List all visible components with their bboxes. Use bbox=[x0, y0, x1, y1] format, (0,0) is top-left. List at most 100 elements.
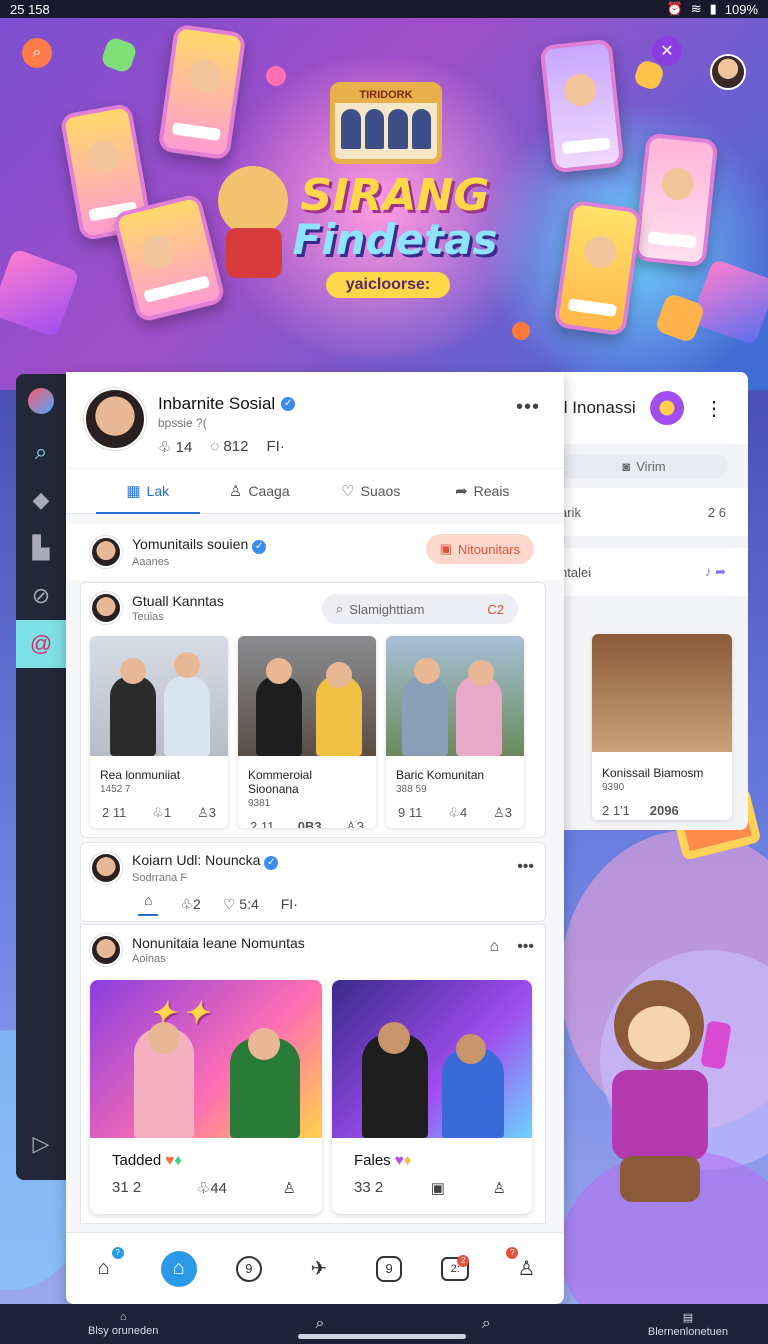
badge-icon bbox=[649, 391, 684, 425]
system-files-button[interactable]: ▤ Blernenlonetuen bbox=[648, 1311, 728, 1338]
thumb-icon[interactable]: ♙3 bbox=[493, 805, 512, 821]
heart-emoji-icon: ♥ bbox=[165, 1152, 175, 1169]
gem-icon: ♦ bbox=[174, 1152, 182, 1169]
heart-icon: ♡ bbox=[341, 483, 355, 500]
nav-plane-icon[interactable]: ✈ bbox=[301, 1251, 337, 1287]
community-card[interactable]: Rea lonmuniiat 1452 7 2 11 ♧1 ♙3 bbox=[90, 636, 228, 828]
secondary-card[interactable]: Konissail Biamosm 9390 2 1'1 2096 bbox=[592, 634, 732, 820]
gem-icon: ♦ bbox=[403, 1152, 412, 1169]
hero-title-line1: SIRANG bbox=[300, 170, 490, 221]
post-title: Gtuall Kanntas bbox=[132, 593, 224, 609]
thumb-icon[interactable]: ♙3 bbox=[197, 805, 216, 821]
community-pill-button[interactable]: ▣ Nitounitars bbox=[425, 534, 534, 564]
cube-decor bbox=[99, 35, 139, 75]
thumb-icon[interactable]: ♙ bbox=[493, 1179, 506, 1197]
post-avatar[interactable] bbox=[90, 592, 122, 624]
nav-circle-icon[interactable]: 9 bbox=[235, 1255, 262, 1282]
status-time: 25 158 bbox=[10, 1, 50, 17]
verified-icon: ✓ bbox=[264, 856, 279, 870]
nav-feed-icon[interactable]: ⌂ bbox=[160, 1250, 197, 1287]
studio-photo bbox=[332, 980, 532, 1138]
tab-caaga[interactable]: ♙ Caaga bbox=[204, 468, 316, 514]
post-avatar[interactable] bbox=[90, 536, 122, 568]
search-icon: ⌕ bbox=[336, 601, 344, 616]
hero-title: SIRANG Findetas bbox=[280, 170, 510, 264]
community-card[interactable]: Kommeroial Sioonana 9381 2 11 0B3 ♙3 bbox=[238, 636, 376, 828]
frame-label: TIRIDORK bbox=[335, 87, 437, 103]
left-rail: ⌕ ◆ ▙ ⊘ @ ▷ bbox=[16, 374, 66, 1180]
user-avatar[interactable] bbox=[710, 54, 746, 90]
grid-icon: ▦ bbox=[126, 483, 141, 500]
cube-decor bbox=[0, 248, 80, 338]
search-icon[interactable]: ⌕ bbox=[16, 428, 66, 476]
search-input[interactable]: ⌕ Slamighttiam C2 bbox=[322, 594, 518, 624]
home-icon[interactable]: ⌂ bbox=[490, 938, 500, 956]
files-icon: ▤ bbox=[682, 1311, 694, 1324]
gesture-handle[interactable] bbox=[298, 1334, 466, 1339]
nav-profile-icon[interactable]: ♙? bbox=[506, 1246, 544, 1287]
play-icon[interactable]: ▷ bbox=[16, 1120, 66, 1168]
bookmark-icon[interactable]: ▣ bbox=[431, 1179, 445, 1197]
secondary-chip[interactable]: ◙ Virim bbox=[560, 454, 728, 478]
battery-level: 109% bbox=[724, 1, 758, 17]
post-header[interactable]: Nonunitaia leane Nomuntas Aoinas bbox=[90, 934, 305, 966]
person-icon: ♙ bbox=[228, 483, 243, 500]
mention-icon[interactable]: @ bbox=[16, 620, 66, 668]
post-avatar[interactable] bbox=[90, 934, 122, 966]
search-icon[interactable]: ⌕ bbox=[22, 38, 52, 68]
media-card[interactable]: ✦ ✦ Tadded ♥♦ 31 2 ♧44 ♙ bbox=[90, 980, 322, 1214]
post-header[interactable]: Yomunitails souien ✓ Aaanes ▣ Nitounitars bbox=[66, 524, 564, 580]
more-options-icon[interactable]: ••• bbox=[517, 938, 534, 956]
nav-badge-icon[interactable]: 9 bbox=[376, 1255, 403, 1282]
profile-handle: bpssie ?( bbox=[158, 416, 207, 430]
compass-icon[interactable]: ⊘ bbox=[16, 572, 66, 620]
tab-lak[interactable]: ▦ Lak bbox=[92, 468, 204, 514]
post-actions: ⌂ ♧2 ♡ 5:4 FI· bbox=[138, 892, 298, 916]
system-search-button-2[interactable]: ⌕ bbox=[482, 1315, 491, 1333]
heart-icon[interactable]: ♡ 5:4 bbox=[223, 896, 259, 913]
community-card[interactable]: Baric Komunitan 388 59 9 11 ♧4 ♙3 bbox=[386, 636, 524, 828]
more-options-icon[interactable]: ••• bbox=[517, 858, 534, 876]
like-icon[interactable]: ♧44 bbox=[197, 1179, 227, 1197]
post-subtitle: Aaanes bbox=[132, 556, 170, 568]
nav-calendar-icon[interactable]: 2: 2 bbox=[441, 1254, 470, 1281]
building-icon[interactable]: ▙ bbox=[16, 524, 66, 572]
system-search-button[interactable]: ⌕ bbox=[316, 1315, 325, 1333]
like-icon[interactable]: ♧2 bbox=[180, 896, 200, 913]
post-title: Nonunitaia leane Nomuntas bbox=[132, 935, 305, 951]
thumb-icon[interactable]: ♙3 bbox=[345, 819, 364, 828]
system-navigation-bar: ⌂ Blsy oruneden ⌕ ⌕ ▤ Blernenlonetuen bbox=[0, 1304, 768, 1344]
gift-icon: ▣ bbox=[439, 541, 452, 556]
box-icon[interactable]: ◆ bbox=[16, 476, 66, 524]
monkey-mascot-illustration bbox=[594, 970, 732, 1210]
app-logo-icon[interactable] bbox=[16, 374, 66, 428]
like-icon: ♧ bbox=[158, 439, 172, 456]
post-avatar[interactable] bbox=[90, 852, 122, 884]
profile-avatar[interactable] bbox=[84, 388, 146, 450]
search-icon: ⌕ bbox=[315, 1315, 325, 1332]
media-card[interactable]: Fales ♥♦ 33 2 ▣ ♙ bbox=[332, 980, 532, 1214]
like-icon[interactable]: ♧1 bbox=[152, 805, 171, 821]
phone-illustration bbox=[633, 132, 719, 268]
tab-suaos[interactable]: ♡ Suaos bbox=[315, 468, 427, 514]
like-icon[interactable]: ♧4 bbox=[448, 805, 467, 821]
nav-home-icon[interactable]: ⌂? bbox=[86, 1246, 124, 1287]
card-photo bbox=[386, 636, 524, 756]
signal-icon: ▮ bbox=[709, 1, 717, 16]
music-icon[interactable]: ♪ ➦ bbox=[705, 564, 726, 580]
close-icon[interactable]: ✕ bbox=[652, 36, 682, 66]
thumb-icon[interactable]: ♙ bbox=[283, 1179, 296, 1197]
home-icon[interactable]: ⌂ bbox=[138, 892, 159, 916]
system-home-button[interactable]: ⌂ Blsy oruneden bbox=[88, 1311, 158, 1337]
post-header[interactable]: Gtuall Kanntas Teuias bbox=[90, 592, 224, 624]
secondary-panel: il Inonassi ⋮ ◙ Virim arik 2 6 ntalei ♪ ➦ K… bbox=[540, 372, 748, 830]
profile-stat-likes: 14 bbox=[175, 439, 193, 456]
post-header[interactable]: Koiarn Udl: Nouncka ✓ Sodrrana F bbox=[90, 852, 279, 884]
more-icon[interactable]: ⋮ bbox=[704, 396, 724, 421]
more-options-icon[interactable]: ••• bbox=[516, 396, 540, 419]
party-photo: ✦ ✦ bbox=[90, 980, 322, 1138]
hero-banner: TIRIDORK SIRANG Findetas yaicloorse: ⌕ ✕ bbox=[0, 18, 768, 390]
profile-stat-comments: 812 bbox=[223, 438, 249, 455]
tab-reais[interactable]: ➦ Reais bbox=[427, 468, 539, 514]
hero-title-line2: Findetas bbox=[292, 215, 498, 264]
